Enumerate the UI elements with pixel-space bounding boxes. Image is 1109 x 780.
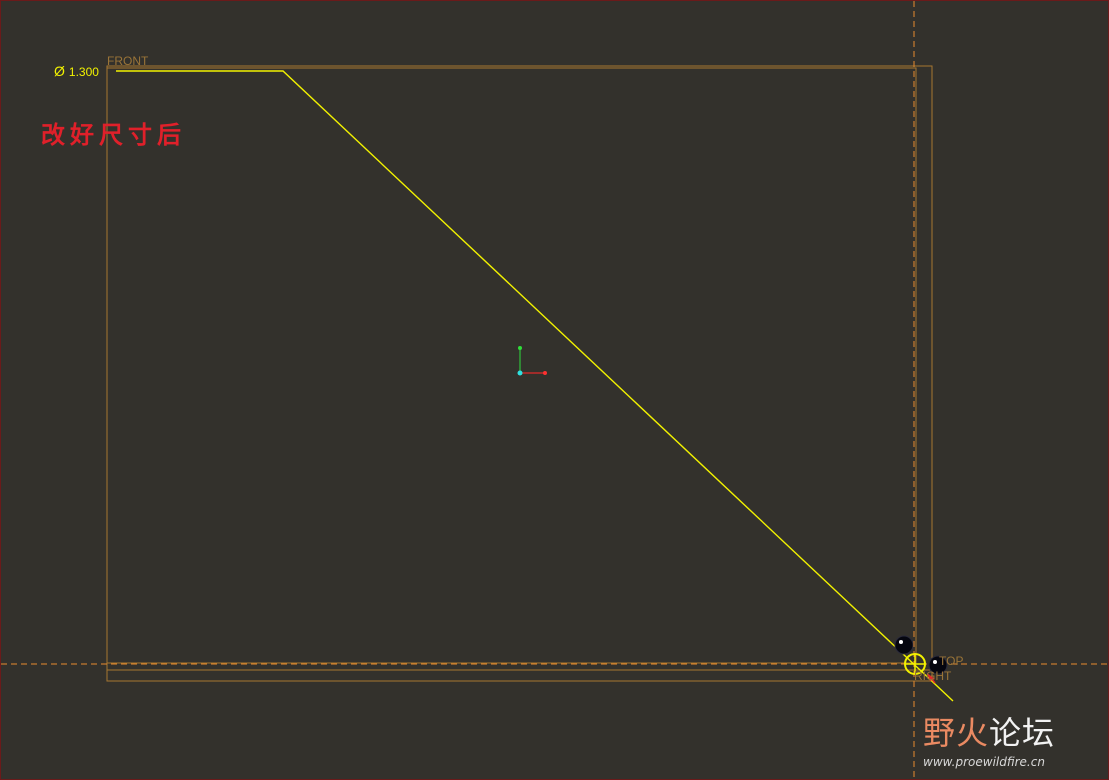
csys-icon <box>517 346 547 376</box>
watermark: 野火论坛 www.proewildfire.cn <box>923 713 1093 769</box>
graphics-viewport[interactable]: FRONT TOP RIGHT Ø 1.300 改好尺寸后 野火论坛 www.pr… <box>0 0 1109 780</box>
datum-label-right[interactable]: RIGHT <box>914 669 951 683</box>
diameter-symbol: Ø <box>54 63 65 79</box>
datum-plane-frame-inner <box>106 67 917 664</box>
watermark-url: www.proewildfire.cn <box>923 755 1045 769</box>
sketch-profile-line[interactable] <box>116 70 954 702</box>
sketch-point-icon[interactable] <box>894 635 914 655</box>
dimension-value[interactable]: 1.300 <box>69 65 99 79</box>
datum-label-top[interactable]: TOP <box>939 654 963 668</box>
datum-label-front[interactable]: FRONT <box>107 54 148 68</box>
watermark-title-part1: 野火 <box>923 714 990 752</box>
watermark-title-part2: 论坛 <box>989 714 1056 752</box>
annotation-text: 改好尺寸后 <box>41 120 186 149</box>
watermark-logo: 野火论坛 <box>923 713 1093 753</box>
diameter-dimension[interactable]: Ø 1.300 <box>54 63 99 79</box>
